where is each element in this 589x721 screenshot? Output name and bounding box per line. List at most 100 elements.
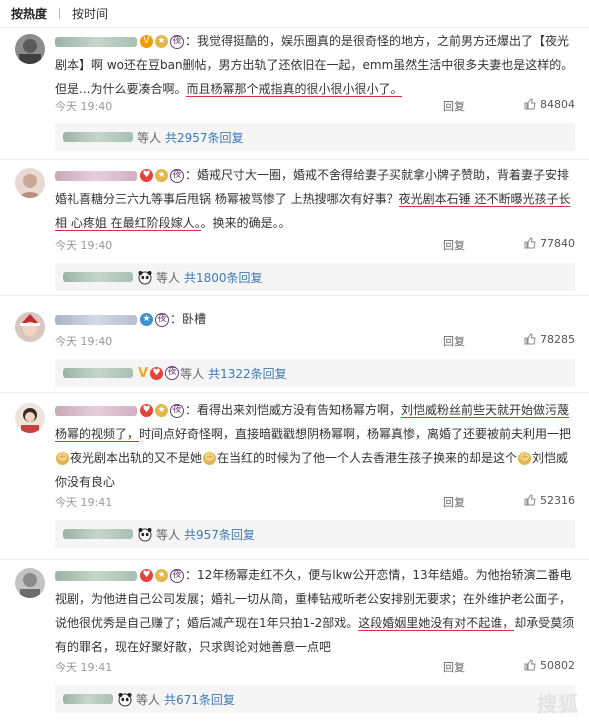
comment-text-tail: 。换来的确是。。 bbox=[200, 216, 291, 230]
watermark: 搜狐 bbox=[537, 692, 579, 716]
sub-reply-suffix: 等人 bbox=[180, 366, 205, 381]
thumbs-up-icon bbox=[524, 494, 536, 506]
member-icon: ★ bbox=[155, 569, 168, 582]
reply-button[interactable]: 回复 bbox=[443, 333, 465, 349]
timestamp: 今天 19:40 bbox=[55, 335, 113, 348]
comment-body: ★ 夜：卧槽 bbox=[55, 307, 575, 331]
like-button[interactable]: 52316 bbox=[524, 494, 575, 507]
thumbs-up-icon bbox=[524, 98, 536, 110]
timestamp: 今天 19:40 bbox=[55, 239, 113, 252]
highlighted-text: 这段婚姻里她没有对不起谁， bbox=[358, 616, 515, 631]
comment-item: ♥ ★ 夜：看得出来刘恺威方没有告知杨幂方啊，刘恺威粉丝前些天就开始做污蔑杨幂的视频… bbox=[0, 393, 589, 553]
like-count: 52316 bbox=[540, 494, 575, 507]
emoji-icon: ☺ bbox=[56, 452, 69, 465]
fan-badge-icon: 夜 bbox=[170, 34, 184, 49]
sub-replies-bar[interactable]: 等人 共957条回复 bbox=[55, 520, 575, 548]
member-icon: ★ bbox=[155, 169, 168, 182]
username[interactable] bbox=[55, 314, 137, 325]
view-replies-link[interactable]: 共957条回复 bbox=[184, 526, 255, 543]
like-count: 50802 bbox=[540, 659, 575, 672]
like-count: 84804 bbox=[540, 98, 575, 111]
fan-badge-icon: 夜 bbox=[170, 568, 184, 583]
comment-meta: 今天 19:40 回复 77840 bbox=[55, 237, 575, 253]
sub-replies-bar[interactable]: 等人 共671条回复 bbox=[55, 685, 575, 713]
level-icon: ♥ bbox=[140, 569, 153, 582]
view-replies-link[interactable]: 共2957条回复 bbox=[165, 129, 244, 146]
username[interactable] bbox=[55, 405, 137, 416]
fan-badge-icon: 夜 bbox=[165, 366, 180, 380]
avatar[interactable] bbox=[15, 568, 45, 598]
view-replies-link[interactable]: 共671条回复 bbox=[164, 691, 235, 708]
sort-by-time-tab[interactable]: 按时间 bbox=[72, 5, 108, 22]
view-replies-link[interactable]: 共1800条回复 bbox=[184, 269, 263, 286]
comment-item: ★ 夜：卧槽 今天 19:40 回复 78285 V ♥ 夜 等人 共1322条回… bbox=[0, 296, 589, 391]
comment-text-mid2: 夜光剧本出轨的又不是她 bbox=[70, 451, 203, 465]
avatar[interactable] bbox=[15, 403, 45, 433]
username[interactable] bbox=[55, 570, 137, 581]
vip-icon: V bbox=[140, 35, 153, 48]
panda-emoji-icon bbox=[118, 693, 132, 707]
comment-text: ：卧槽 bbox=[170, 312, 207, 326]
like-button[interactable]: 50802 bbox=[524, 659, 575, 672]
panda-emoji-icon bbox=[138, 528, 152, 542]
avatar[interactable] bbox=[15, 168, 45, 198]
sub-reply-suffix: 等人 bbox=[156, 527, 181, 542]
sort-by-hot-tab[interactable]: 按热度 bbox=[11, 5, 47, 22]
comment-body: ♥ ★ 夜：12年杨幂走红不久，便与lkw公开恋情，13年结婚。为他抬轿演二番电视剧… bbox=[55, 563, 575, 659]
emoji-icon: ☺ bbox=[518, 452, 532, 465]
comment-body: ♥ ★ 夜：看得出来刘恺威方没有告知杨幂方啊，刘恺威粉丝前些天就开始做污蔑杨幂的视频… bbox=[55, 398, 575, 494]
thumbs-up-icon bbox=[524, 333, 536, 345]
timestamp: 今天 19:40 bbox=[55, 100, 113, 113]
sub-reply-suffix: 等人 bbox=[156, 270, 181, 285]
like-count: 78285 bbox=[540, 333, 575, 346]
emoji-icon: ☺ bbox=[203, 452, 217, 465]
sub-reply-username bbox=[63, 694, 113, 704]
level-icon: ♥ bbox=[150, 366, 164, 380]
thumbs-up-icon bbox=[524, 659, 536, 671]
sub-reply-suffix: 等人 bbox=[136, 692, 161, 707]
like-button[interactable]: 84804 bbox=[524, 98, 575, 111]
level-icon: ★ bbox=[140, 313, 153, 326]
reply-button[interactable]: 回复 bbox=[443, 237, 465, 253]
timestamp: 今天 19:41 bbox=[55, 661, 113, 674]
comment-meta: 今天 19:40 回复 78285 bbox=[55, 333, 575, 349]
reply-button[interactable]: 回复 bbox=[443, 494, 465, 510]
level-icon: ♥ bbox=[140, 404, 153, 417]
sub-reply-username bbox=[63, 132, 133, 142]
comment-item: V ★ 夜：我觉得挺酷的，娱乐圈真的是很奇怪的地方，之前男方还爆出了【夜光剧本】啊 … bbox=[0, 28, 589, 152]
comment-item: ♥ ★ 夜：12年杨幂走红不久，便与lkw公开恋情，13年结婚。为他抬轿演二番电视剧… bbox=[0, 560, 589, 721]
reply-button[interactable]: 回复 bbox=[443, 659, 465, 675]
fan-badge-icon: 夜 bbox=[155, 312, 169, 327]
username[interactable] bbox=[55, 36, 137, 47]
sub-replies-bar[interactable]: V ♥ 夜 等人 共1322条回复 bbox=[55, 359, 575, 387]
comment-meta: 今天 19:40 回复 84804 bbox=[55, 98, 575, 114]
comment-text-mid3: 在当红的时候为了他一个人去香港生孩子换来的却是这个 bbox=[217, 451, 518, 465]
like-button[interactable]: 77840 bbox=[524, 237, 575, 250]
sort-divider bbox=[59, 8, 61, 19]
avatar[interactable] bbox=[15, 312, 45, 342]
comment-meta: 今天 19:41 回复 50802 bbox=[55, 659, 575, 675]
sub-replies-bar[interactable]: 等人 共2957条回复 bbox=[55, 123, 575, 151]
like-button[interactable]: 78285 bbox=[524, 333, 575, 346]
username[interactable] bbox=[55, 170, 137, 181]
sub-reply-username bbox=[63, 529, 133, 539]
comment-body: ♥ ★ 夜：婚戒尺寸大一圈，婚戒不舍得给妻子买就拿小牌子赞助，背着妻子安排婚礼喜糖分… bbox=[55, 163, 575, 235]
highlighted-text: 而且杨幂那个戒指真的很小很小很小了。 bbox=[186, 82, 403, 97]
level-icon: ♥ bbox=[140, 169, 153, 182]
member-icon: ★ bbox=[155, 404, 168, 417]
verified-icon: V bbox=[138, 365, 149, 381]
like-count: 77840 bbox=[540, 237, 575, 250]
view-replies-link[interactable]: 共1322条回复 bbox=[208, 365, 287, 382]
comment-body: V ★ 夜：我觉得挺酷的，娱乐圈真的是很奇怪的地方，之前男方还爆出了【夜光剧本】啊 … bbox=[55, 29, 575, 101]
sub-replies-bar[interactable]: 等人 共1800条回复 bbox=[55, 263, 575, 291]
fan-badge-icon: 夜 bbox=[170, 403, 184, 418]
timestamp: 今天 19:41 bbox=[55, 496, 113, 509]
reply-button[interactable]: 回复 bbox=[443, 98, 465, 114]
comment-item: ♥ ★ 夜：婚戒尺寸大一圈，婚戒不舍得给妻子买就拿小牌子赞助，背着妻子安排婚礼喜糖分… bbox=[0, 160, 589, 291]
sub-reply-username bbox=[63, 368, 133, 378]
comment-text-mid: 时间点好奇怪啊，直接暗戳戳想阴杨幂啊，杨幂真惨，离婚了还要被前夫利用一把 bbox=[139, 427, 572, 441]
fan-badge-icon: 夜 bbox=[170, 168, 184, 183]
panda-emoji-icon bbox=[138, 271, 152, 285]
avatar[interactable] bbox=[15, 34, 45, 64]
thumbs-up-icon bbox=[524, 237, 536, 249]
